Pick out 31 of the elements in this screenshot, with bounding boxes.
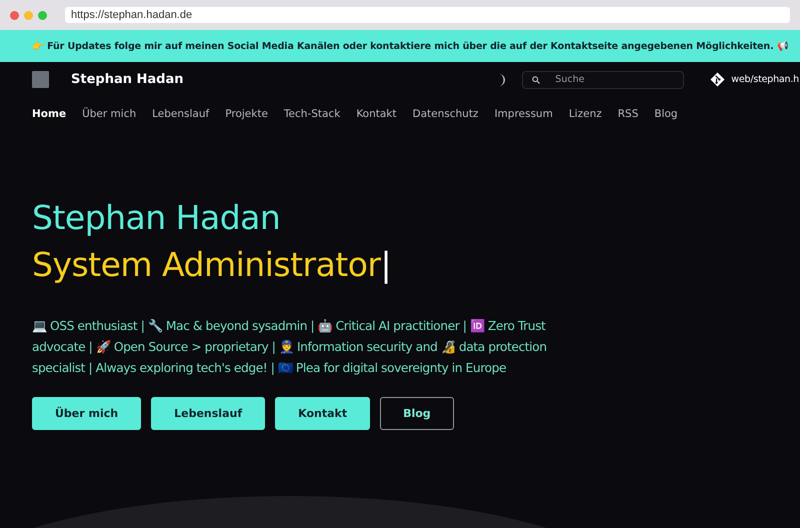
close-window-icon[interactable] — [10, 10, 19, 20]
nav-link[interactable]: Impressum — [494, 108, 553, 120]
search-icon — [532, 76, 540, 84]
nav-link[interactable]: Home — [32, 108, 66, 120]
site-title[interactable]: Stephan Hadan — [71, 72, 184, 87]
nav-link[interactable]: Datenschutz — [412, 108, 478, 120]
search-field[interactable]: Suche — [522, 70, 684, 88]
nav-link[interactable]: Projekte — [225, 108, 268, 120]
hero-button[interactable]: Lebenslauf — [151, 397, 266, 430]
hero-button[interactable]: Kontakt — [275, 397, 370, 430]
hero-button[interactable]: Blog — [380, 397, 454, 430]
address-bar[interactable]: https://stephan.hadan.de — [65, 7, 790, 23]
nav-link[interactable]: RSS — [618, 108, 638, 120]
nav-link[interactable]: Blog — [654, 108, 678, 120]
nav-link[interactable]: Kontakt — [356, 108, 397, 120]
text-cursor: | — [380, 244, 392, 286]
repository-link[interactable]: web/stephan.h — [731, 74, 799, 85]
moon-icon[interactable] — [497, 74, 506, 86]
nav-link[interactable]: Über mich — [82, 108, 136, 120]
nav-link[interactable]: Tech-Stack — [284, 108, 340, 120]
hero-role: System Administrator — [32, 244, 381, 286]
hero-description: 💻 OSS enthusiast | 🔧 Mac & beyond sysadmin | 🤖 Critical AI practitioner | 🆔 Zero Trust advocate | 🚀 Open Source > proprietary | 👮 Information security and 🔏 data protection specialist | Always exploring tech's edge! | 🇪🇺 Plea for digital sovereignty in Europe — [32, 318, 547, 377]
hero-button[interactable]: Über mich — [32, 397, 142, 430]
git-icon — [710, 72, 726, 87]
avatar-placeholder[interactable] — [32, 71, 49, 88]
nav-link[interactable]: Lizenz — [568, 108, 602, 120]
hero-name: Stephan Hadan — [32, 197, 282, 239]
maximize-window-icon[interactable] — [38, 10, 47, 20]
announcement-text: 👉 Für Updates folge mir auf meinen Social Media Kanälen oder kontaktiere mich über die auf der Kontaktseite angegebenen Möglichkeiten. 📢 — [32, 40, 789, 52]
nav-link[interactable]: Lebenslauf — [152, 108, 210, 120]
minimize-window-icon[interactable] — [24, 10, 33, 20]
